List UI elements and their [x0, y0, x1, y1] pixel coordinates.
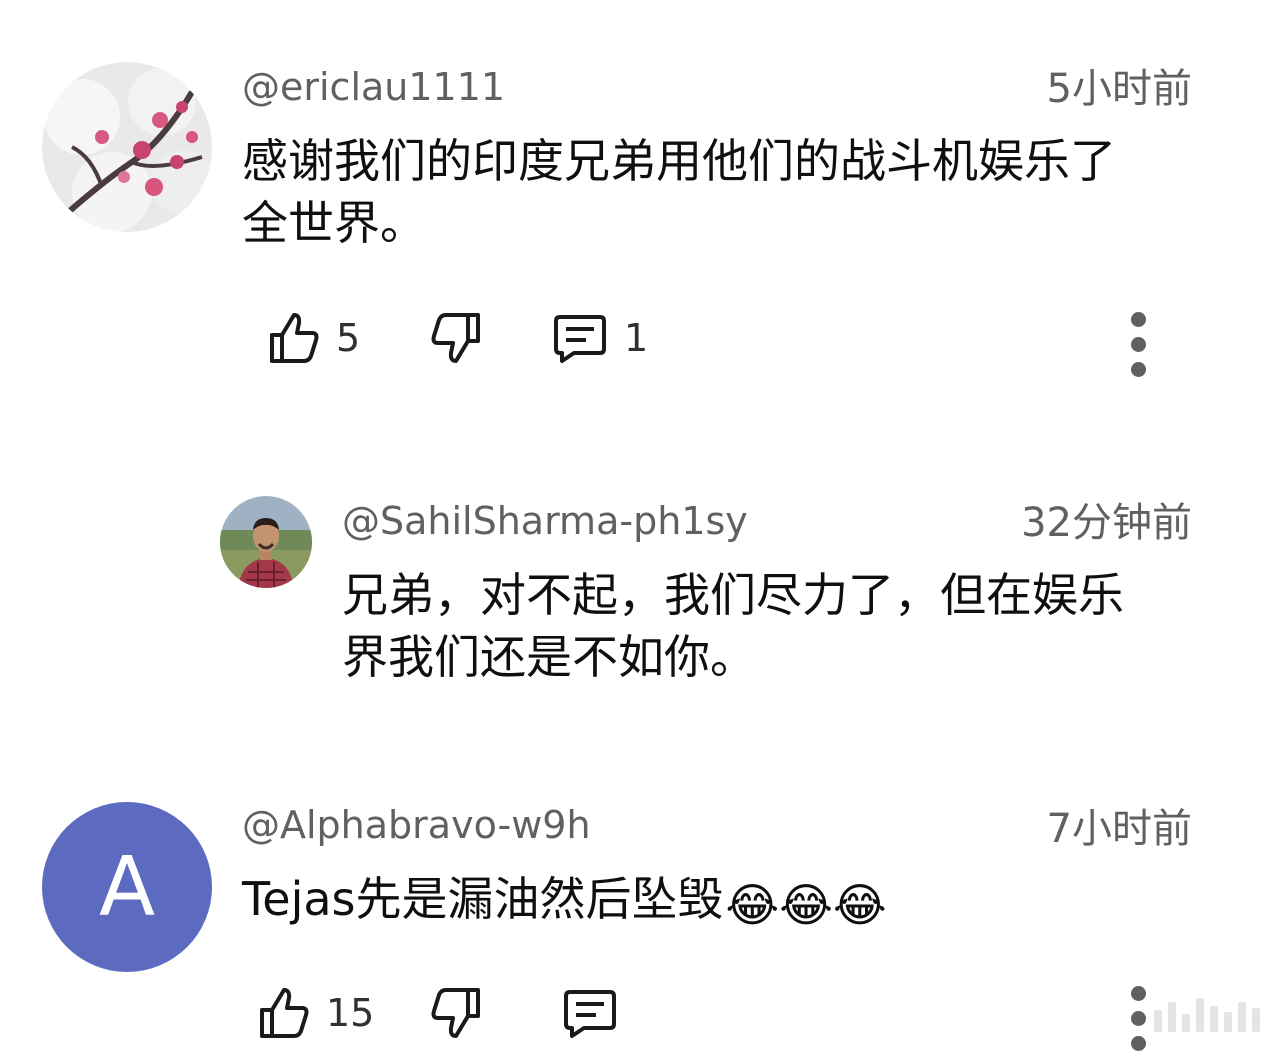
reply-button[interactable]: [562, 978, 618, 1048]
like-count: 15: [326, 991, 375, 1035]
avatar-letter: A: [98, 839, 156, 935]
like-count: 5: [336, 316, 361, 360]
kebab-dot-icon: [1130, 362, 1146, 377]
thumbs-up-icon: [260, 988, 309, 1038]
thumbs-down-icon: [431, 988, 480, 1038]
dislike-button[interactable]: [430, 978, 482, 1048]
man-outdoor-photo-icon: [220, 496, 312, 588]
kebab-dot-icon: [1130, 986, 1146, 1001]
kebab-dot-icon: [1130, 1011, 1146, 1026]
avatar[interactable]: [42, 62, 212, 232]
avatar[interactable]: [220, 496, 312, 588]
avatar[interactable]: A: [42, 802, 212, 972]
comment-bubble-icon: [564, 990, 616, 1038]
comment-author[interactable]: @Alphabravo-w9h: [242, 802, 591, 848]
kebab-dot-icon: [1130, 312, 1146, 327]
reply-comment: @SahilSharma-ph1sy 32分钟前 兄弟，对不起，我们尽力了，但在…: [0, 430, 1280, 760]
comment-1: @ericlau1111 5小时前 感谢我们的印度兄弟用他们的战斗机娱乐了 全世…: [0, 0, 1280, 430]
comment-timestamp: 32分钟前: [1021, 500, 1192, 546]
comment-author[interactable]: @SahilSharma-ph1sy: [342, 498, 748, 544]
plum-blossom-snow-photo-icon: [42, 62, 212, 232]
comment-text-line-2: 全世界。: [242, 196, 426, 250]
comment-author[interactable]: @ericlau1111: [242, 64, 505, 110]
laughing-emoji-icon: 😂😂😂: [725, 878, 887, 932]
comment-text: Tejas先是漏油然后坠毁😂😂😂: [242, 868, 887, 936]
comment-bubble-icon: [554, 315, 606, 363]
comment-text-body: Tejas先是漏油然后坠毁: [242, 872, 724, 926]
kebab-dot-icon: [1130, 1036, 1146, 1051]
comment-timestamp: 7小时前: [1046, 806, 1192, 852]
comment-3: A @Alphabravo-w9h 7小时前 Tejas先是漏油然后坠毁😂😂😂 …: [0, 760, 1280, 1051]
comment-actions: 15: [258, 978, 1198, 1048]
reply-button[interactable]: 1: [552, 303, 648, 373]
dislike-button[interactable]: [430, 303, 482, 373]
watermark-bars: [1154, 998, 1260, 1032]
kebab-dot-icon: [1130, 337, 1146, 352]
comment-actions: 5 1: [268, 303, 1208, 373]
more-options-button[interactable]: [1128, 312, 1148, 387]
comment-text-line-2: 界我们还是不如你。: [342, 630, 756, 684]
thumbs-up-icon: [270, 313, 319, 363]
thumbs-down-icon: [431, 313, 480, 363]
comment-text-line-1: 感谢我们的印度兄弟用他们的战斗机娱乐了: [242, 134, 1116, 188]
like-button[interactable]: 5: [268, 303, 360, 373]
like-button[interactable]: 15: [258, 978, 374, 1048]
reply-count: 1: [624, 316, 649, 360]
comment-text-line-1: 兄弟，对不起，我们尽力了，但在娱乐: [342, 568, 1124, 622]
comment-timestamp: 5小时前: [1046, 66, 1192, 112]
